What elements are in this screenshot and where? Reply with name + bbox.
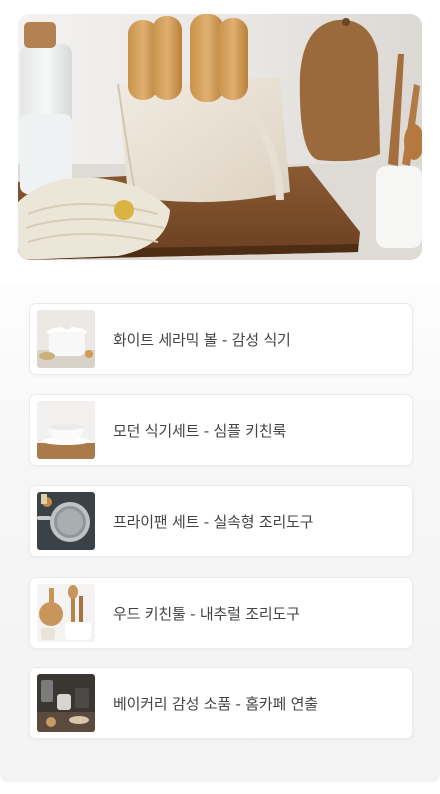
list-item[interactable]: 모던 식기세트 - 심플 키친룩 xyxy=(29,394,413,466)
list-item[interactable]: 베이커리 감성 소품 - 홈카페 연출 xyxy=(29,667,413,739)
list-item-label: 우드 키친툴 - 내추럴 조리도구 xyxy=(113,604,300,623)
page: 화이트 세라믹 볼 - 감성 식기 모던 식기세트 - 심플 키친룩 프라이팬 … xyxy=(0,0,440,794)
product-list: 화이트 세라믹 볼 - 감성 식기 모던 식기세트 - 심플 키친룩 프라이팬 … xyxy=(0,282,440,782)
wood-kitchen-tools-icon xyxy=(37,584,95,642)
list-item-label: 베이커리 감성 소품 - 홈카페 연출 xyxy=(113,694,318,713)
list-item[interactable]: 화이트 세라믹 볼 - 감성 식기 xyxy=(29,303,413,375)
bakery-props-icon xyxy=(37,674,95,732)
frying-pan-icon xyxy=(37,492,95,550)
modern-tableware-icon xyxy=(37,401,95,459)
list-item[interactable]: 프라이팬 세트 - 실속형 조리도구 xyxy=(29,485,413,557)
hero-image xyxy=(18,14,422,260)
list-item-label: 모던 식기세트 - 심플 키친룩 xyxy=(113,421,287,440)
white-ceramic-pot-icon xyxy=(37,310,95,368)
list-item-label: 화이트 세라믹 볼 - 감성 식기 xyxy=(113,330,291,349)
list-item[interactable]: 우드 키친툴 - 내추럴 조리도구 xyxy=(29,577,413,649)
list-item-label: 프라이팬 세트 - 실속형 조리도구 xyxy=(113,512,314,531)
